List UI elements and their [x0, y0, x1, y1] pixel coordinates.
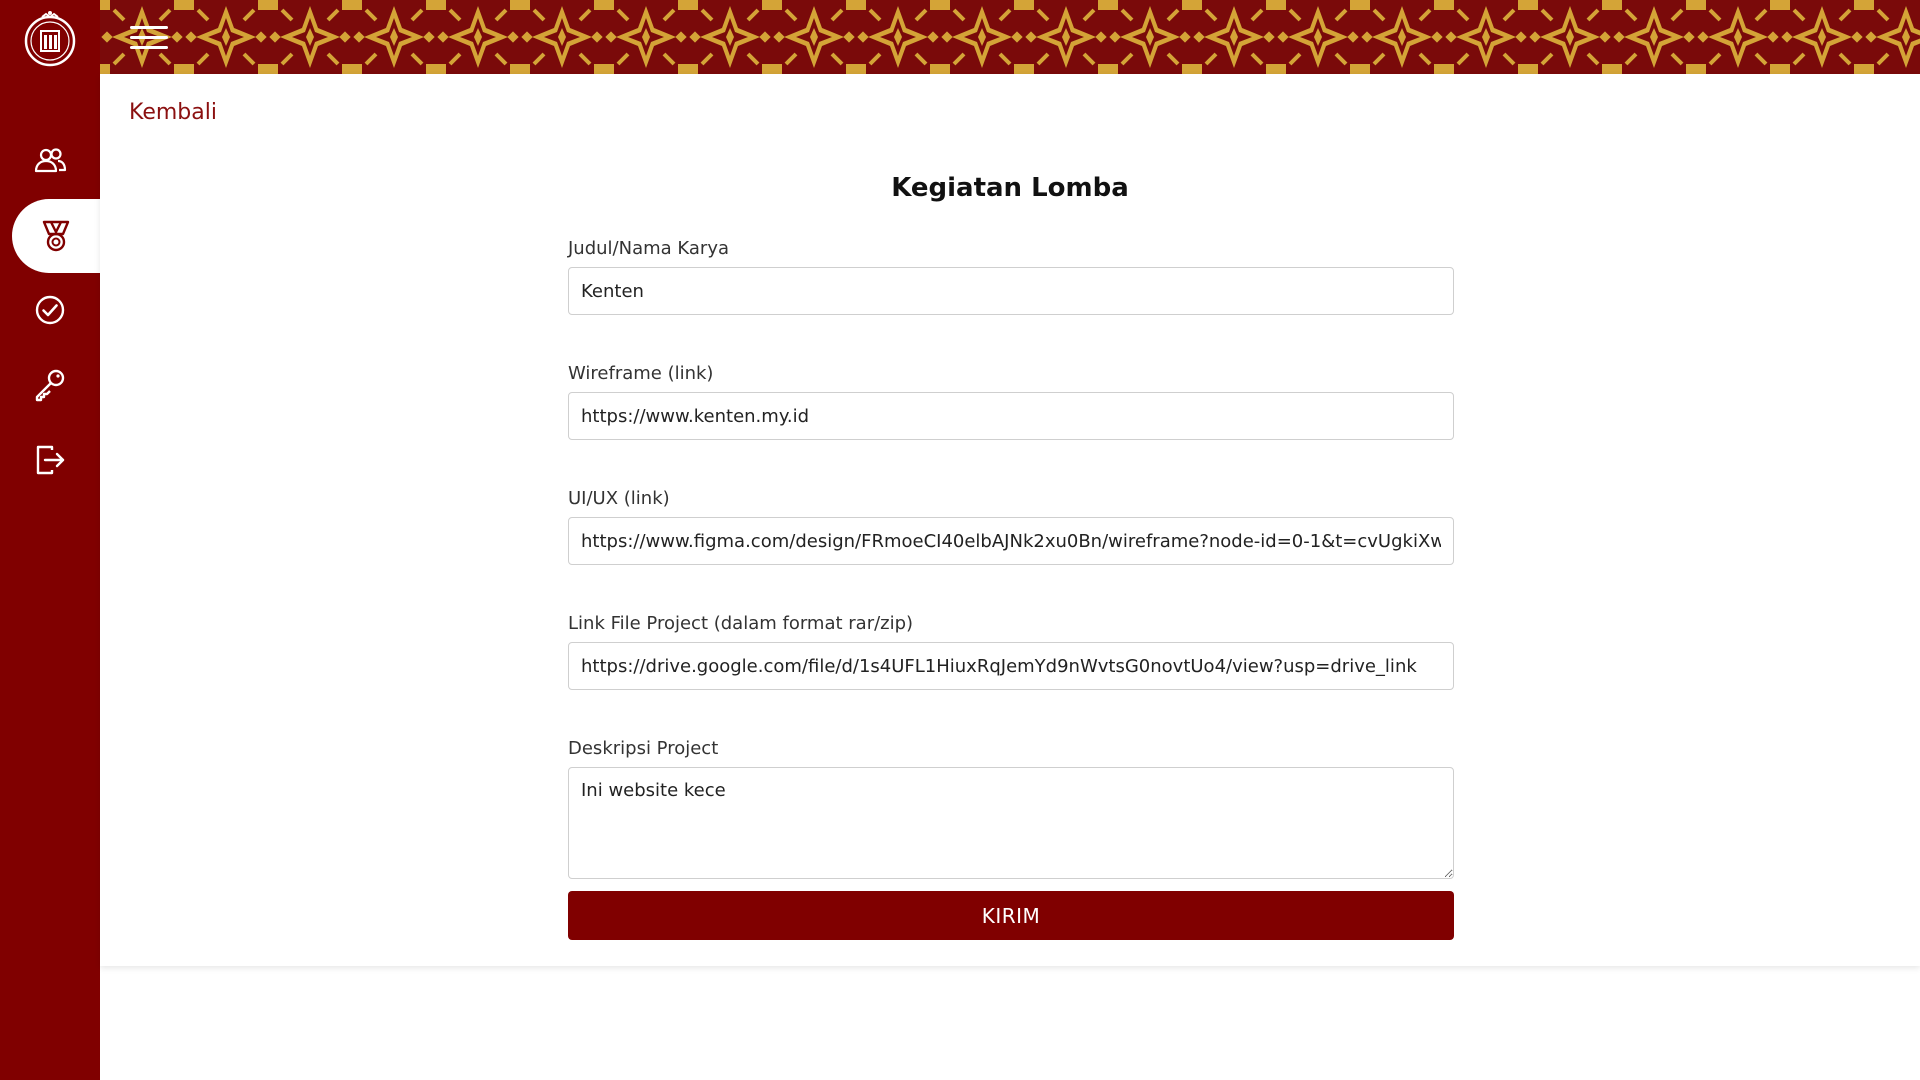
file-project-input[interactable]	[568, 642, 1454, 690]
hamburger-menu-icon[interactable]	[130, 26, 170, 50]
page-title: Kegiatan Lomba	[891, 173, 1129, 203]
submit-button[interactable]: KIRIM	[568, 891, 1454, 940]
medal-icon	[42, 220, 70, 252]
uiux-label: UI/UX (link)	[568, 488, 670, 509]
check-circle-icon	[35, 295, 65, 325]
university-logo[interactable]	[22, 5, 78, 69]
back-link[interactable]: Kembali	[129, 100, 217, 125]
deskripsi-label: Deskripsi Project	[568, 738, 719, 759]
sidebar-item-lomba[interactable]	[12, 199, 100, 273]
users-icon	[34, 148, 67, 173]
songket-pattern	[100, 0, 1920, 74]
judul-label: Judul/Nama Karya	[568, 238, 729, 259]
sidebar	[0, 0, 100, 1080]
main-content: Kembali Kegiatan Lomba Judul/Nama Karya …	[100, 74, 1920, 966]
wireframe-input[interactable]	[568, 392, 1454, 440]
file-project-label: Link File Project (dalam format rar/zip)	[568, 613, 914, 634]
logout-icon	[36, 445, 65, 475]
sidebar-item-users[interactable]	[0, 124, 100, 198]
sidebar-item-verifikasi[interactable]	[0, 273, 100, 347]
wireframe-label: Wireframe (link)	[568, 363, 714, 384]
key-icon	[35, 369, 65, 402]
sidebar-item-logout[interactable]	[0, 423, 100, 497]
sidebar-item-password[interactable]	[0, 348, 100, 422]
header-banner	[100, 0, 1920, 74]
uiux-input[interactable]	[568, 517, 1454, 565]
deskripsi-textarea[interactable]: Ini website kece	[568, 767, 1454, 879]
judul-input[interactable]	[568, 267, 1454, 315]
